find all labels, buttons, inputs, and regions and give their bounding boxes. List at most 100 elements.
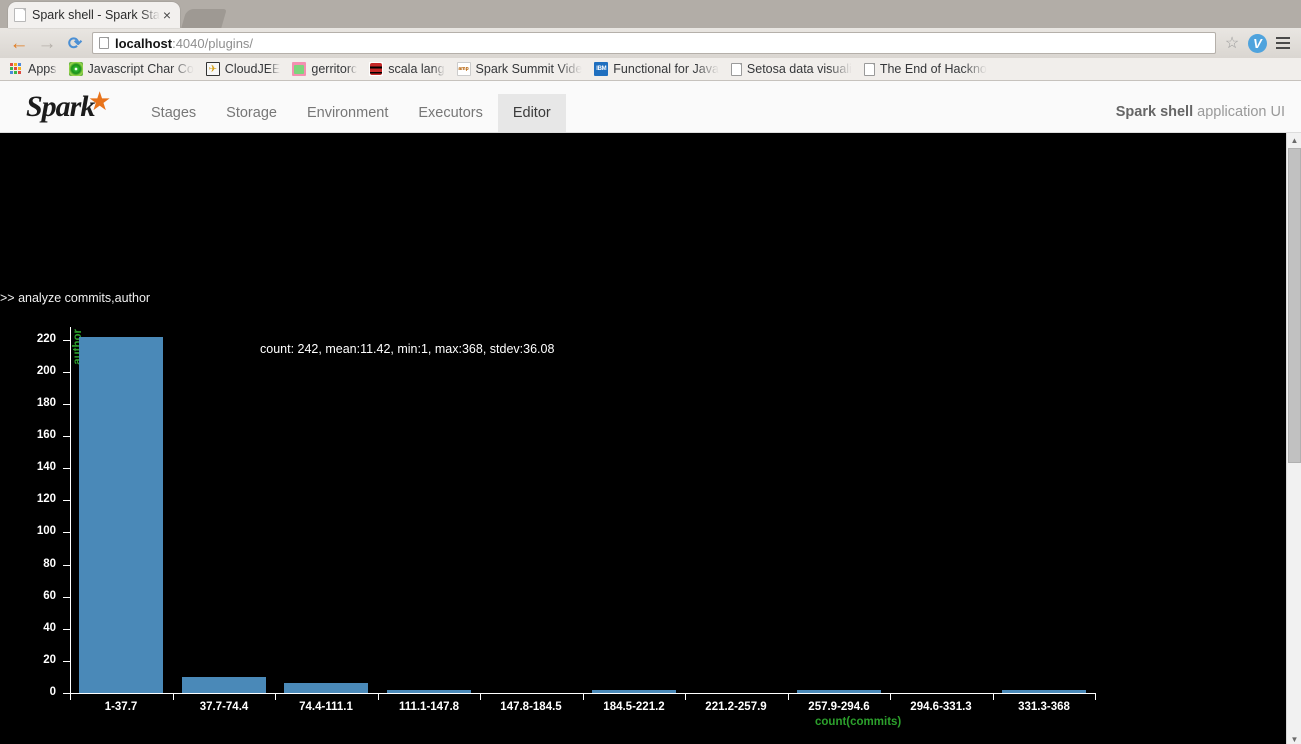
console-prompt-line: >> analyze commits,author [0, 291, 151, 305]
browser-tab[interactable]: Spark shell - Spark Stages × [8, 2, 180, 28]
nav-item-executors[interactable]: Executors [403, 94, 497, 132]
address-bar[interactable]: localhost:4040/plugins/ [92, 32, 1216, 54]
tab-strip: Spark shell - Spark Stages × [0, 0, 1301, 28]
y-tick-mark [63, 565, 70, 566]
bookmark-label: The End of Hackno [879, 62, 987, 76]
url-path: :4040/plugins/ [172, 35, 254, 51]
nav-item-storage[interactable]: Storage [211, 94, 292, 132]
apps-grid-icon [10, 62, 23, 76]
gerrit-icon [292, 62, 307, 76]
y-tick-label: 80 [43, 558, 56, 570]
tab-title: Spark shell - Spark Stages [32, 8, 160, 22]
console-output-area: >> analyze commits,author count: 242, me… [0, 133, 1301, 744]
bookmark-javascript-char-codes[interactable]: Javascript Char Co [65, 59, 202, 79]
bookmark-label: Functional for Java [613, 62, 719, 76]
bar [182, 677, 266, 693]
reload-icon: ⟳ [67, 33, 83, 53]
app-title: Spark shell application UI [1116, 104, 1285, 120]
bar [387, 690, 471, 693]
spiral-icon [68, 62, 83, 76]
bookmark-cloudjee[interactable]: CloudJEE [202, 59, 289, 79]
spark-navbar: Spark ★ Stages Storage Environment Execu… [0, 81, 1301, 133]
bar [592, 690, 676, 693]
nav-item-environment[interactable]: Environment [292, 94, 403, 132]
y-tick-label: 140 [36, 461, 56, 473]
y-tick-label: 0 [49, 686, 56, 698]
scroll-down-arrow-icon[interactable]: ▼ [1287, 732, 1301, 744]
x-tick-mark [583, 693, 584, 700]
x-tick-mark [1095, 693, 1096, 700]
nav-item-stages[interactable]: Stages [136, 94, 211, 132]
x-tick-mark [378, 693, 379, 700]
bar [79, 337, 163, 693]
y-tick-mark [63, 661, 70, 662]
bookmark-the-end-of-hacknology[interactable]: The End of Hackno [860, 59, 995, 79]
x-tick-mark [70, 693, 71, 700]
star-icon: ★ [88, 86, 112, 116]
bookmark-spark-summit-videos[interactable]: Spark Summit Vide [453, 59, 591, 79]
y-tick-label: 60 [43, 590, 56, 602]
forward-button[interactable]: → [36, 32, 58, 54]
bookmark-functional-for-java[interactable]: Functional for Java [590, 59, 727, 79]
nav-item-editor[interactable]: Editor [497, 94, 566, 132]
y-tick-mark [63, 597, 70, 598]
bar [797, 690, 881, 693]
x-tick-mark [275, 693, 276, 700]
y-tick-label: 120 [36, 493, 56, 505]
bookmark-apps[interactable]: Apps [6, 59, 65, 79]
y-tick-label: 220 [36, 333, 56, 345]
y-tick-label: 20 [43, 654, 56, 666]
x-tick-mark [173, 693, 174, 700]
bookmark-label: Apps [28, 62, 57, 76]
bookmark-setosa-data-visualization[interactable]: Setosa data visuali [727, 59, 860, 79]
vertical-scrollbar[interactable]: ▲ ▼ [1286, 133, 1301, 744]
extension-icon[interactable]: V [1248, 33, 1267, 53]
y-tick-label: 40 [43, 622, 56, 634]
url-host: localhost [115, 35, 173, 51]
page-info-icon [99, 37, 109, 49]
bookmark-label: Spark Summit Vide [475, 62, 583, 76]
back-arrow-icon: ← [9, 32, 29, 54]
y-tick-mark [63, 372, 70, 373]
amplab-icon [456, 62, 471, 76]
y-axis-line [70, 327, 71, 693]
bookmark-scala-lang[interactable]: scala lang [365, 59, 452, 79]
page-icon [863, 62, 875, 76]
scala-icon [369, 62, 384, 76]
y-tick-label: 180 [36, 397, 56, 409]
bookmark-label: scala lang [388, 62, 445, 76]
x-tick-label: 331.3-368 [1018, 701, 1070, 713]
histogram-chart-1: 0 20 40 60 80 100 120 140 160 180 200 220 author 1-37… [0, 323, 1120, 733]
close-icon[interactable]: × [160, 8, 174, 22]
spark-logo[interactable]: Spark ★ [26, 86, 118, 126]
y-tick-mark [63, 629, 70, 630]
x-tick-label: 221.2-257.9 [705, 701, 767, 713]
bookmarks-bar: Apps Javascript Char Co CloudJEE gerrito… [0, 58, 1301, 81]
x-axis-label: count(commits) [815, 716, 902, 728]
bookmark-star-icon[interactable]: ☆ [1222, 33, 1242, 53]
scroll-up-arrow-icon[interactable]: ▲ [1287, 133, 1301, 148]
app-title-rest: application UI [1193, 104, 1285, 120]
spark-nav-items: Stages Storage Environment Executors Edi… [136, 81, 566, 132]
x-tick-label: 74.4-111.1 [299, 701, 353, 713]
scrollbar-thumb[interactable] [1288, 148, 1301, 463]
bar [1002, 690, 1086, 693]
url-text: localhost:4040/plugins/ [115, 36, 253, 51]
forward-arrow-icon: → [37, 32, 57, 54]
back-button[interactable]: ← [8, 32, 30, 54]
new-tab-button[interactable] [181, 9, 227, 28]
y-tick-label: 100 [36, 525, 56, 537]
bookmark-gerritorc[interactable]: gerritorc [288, 59, 365, 79]
y-tick-mark [63, 404, 70, 405]
x-tick-mark [890, 693, 891, 700]
browser-chrome: Spark shell - Spark Stages × ← → ⟳ local… [0, 0, 1301, 81]
reload-button[interactable]: ⟳ [64, 32, 86, 54]
hamburger-menu-icon[interactable] [1273, 37, 1293, 49]
bar [284, 683, 368, 693]
bookmark-label: CloudJEE [224, 62, 281, 76]
y-tick-label: 200 [36, 365, 56, 377]
bookmark-label: gerritorc [311, 62, 358, 76]
y-tick-mark [63, 500, 70, 501]
y-tick-mark [63, 468, 70, 469]
x-tick-mark [993, 693, 994, 700]
